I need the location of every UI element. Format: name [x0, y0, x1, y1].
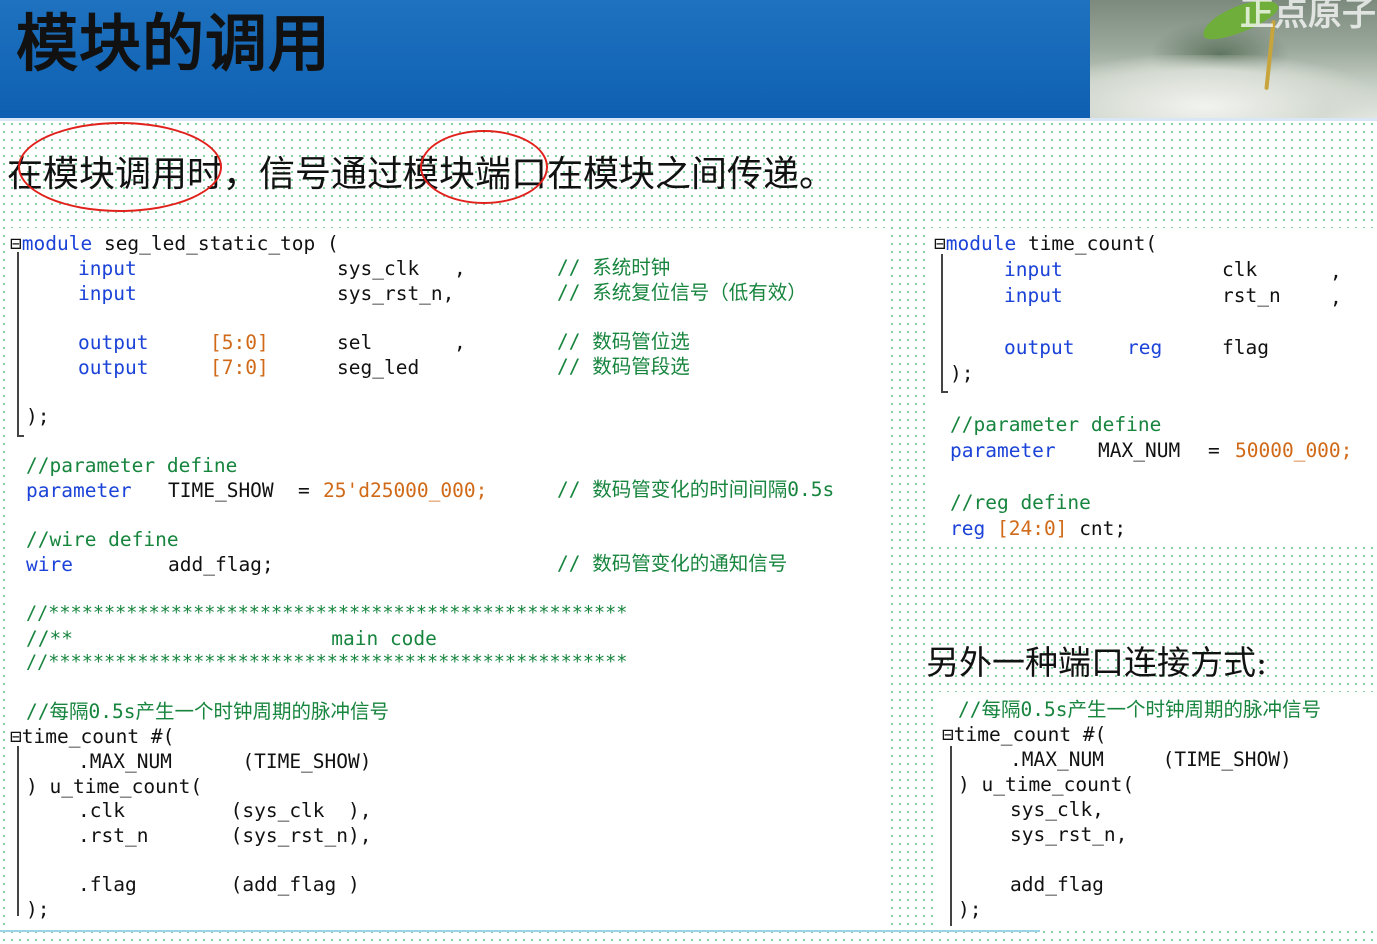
- port-dir-text: output: [78, 331, 149, 354]
- inst-head: time_count #(: [21, 725, 175, 748]
- fold-minus-icon[interactable]: ⊟: [10, 232, 22, 255]
- header-photo: 正点原子: [1090, 0, 1377, 119]
- keyword-module: module: [21, 232, 93, 255]
- fold-gutter: [17, 746, 19, 916]
- alt-arg-rst: sys_rst_n,: [1010, 823, 1128, 846]
- right-param-comment: //parameter define: [950, 413, 1162, 436]
- right-reg-name: cnt;: [1079, 517, 1127, 540]
- param-value: 25'd25000_000;: [323, 479, 488, 502]
- banner-middle: //** main code: [26, 627, 437, 650]
- port-comment: // 系统复位信号（低有效）: [557, 281, 807, 304]
- port-width: [7:0]: [210, 356, 269, 379]
- photo-stones: [1090, 55, 1377, 119]
- right-port-sep: ,: [1330, 260, 1342, 283]
- bottom-divider: [0, 930, 1040, 932]
- port-name: sel: [337, 331, 373, 354]
- inst-flag: .flag (add_flag ): [78, 873, 360, 896]
- alt-head: time_count #(: [953, 723, 1107, 746]
- port-dir: input: [78, 256, 137, 281]
- fold-minus-icon[interactable]: ⊟: [10, 725, 22, 748]
- right-port-name: clk: [1222, 258, 1258, 281]
- header-divider: [0, 118, 1377, 121]
- right-port-dir: input: [1004, 284, 1063, 307]
- port-dir: input: [78, 281, 137, 306]
- alt-param: .MAX_NUM (TIME_SHOW): [1010, 748, 1292, 771]
- module-name: seg_led_static_top: [103, 232, 316, 255]
- alt-comment: //每隔0.5s产生一个时钟周期的脉冲信号: [958, 698, 1321, 721]
- alt-close: );: [958, 898, 982, 921]
- right-param-eq: =: [1208, 439, 1220, 462]
- param-note: // 数码管变化的时间间隔0.5s: [557, 478, 835, 501]
- inst-name: ) u_time_count(: [26, 775, 203, 798]
- alt-connection-heading: 另外一种端口连接方式:: [926, 643, 1268, 682]
- slide-title: 模块的调用: [16, 7, 332, 80]
- fold-gutter: [17, 252, 19, 436]
- inst-close: );: [26, 898, 50, 921]
- wire-note: // 数码管变化的通知信号: [557, 552, 788, 575]
- port-comment: // 数码管位选: [557, 330, 690, 353]
- port-name: sys_clk: [337, 257, 420, 280]
- param-eq: =: [298, 479, 310, 502]
- fold-gutter: [941, 254, 943, 392]
- wire-comment: //wire define: [26, 528, 179, 551]
- port-sep: ,: [454, 331, 466, 354]
- inst-param: .MAX_NUM (TIME_SHOW): [78, 750, 372, 773]
- port-sep: ,: [454, 257, 466, 280]
- param-name: TIME_SHOW: [168, 479, 274, 502]
- right-reg-line: reg [24:0] cnt;: [950, 516, 1126, 541]
- right-port-name: rst_n: [1222, 284, 1281, 307]
- close-paren: );: [26, 405, 50, 428]
- right-reg-keyword: reg: [950, 517, 986, 540]
- right-module-line: ⊟module time_count(: [934, 231, 1157, 256]
- port-dir-text: input: [78, 257, 137, 280]
- right-param-keyword: parameter: [950, 439, 1056, 462]
- param-keyword: parameter: [26, 479, 132, 502]
- fold-minus-icon[interactable]: ⊟: [942, 723, 954, 746]
- alt-arg-flag: add_flag: [1010, 873, 1104, 896]
- inst-rst: .rst_n (sys_rst_n),: [78, 824, 372, 847]
- alt-head-line: ⊟time_count #(: [942, 722, 1106, 747]
- fold-minus-icon[interactable]: ⊟: [934, 232, 946, 255]
- wire-keyword: wire: [26, 553, 73, 576]
- right-reg-comment: //reg define: [950, 491, 1091, 514]
- fold-gutter-end: [941, 391, 948, 393]
- slide-header: 模块的调用 正点原子: [0, 0, 1377, 121]
- port-dir: output: [78, 355, 148, 380]
- port-dir-text: output: [78, 356, 149, 379]
- fold-gutter-end: [17, 435, 24, 437]
- annotation-circle-2: [420, 130, 548, 204]
- code-module-line: ⊟module seg_led_static_top (: [10, 232, 339, 255]
- right-close: );: [950, 362, 974, 385]
- right-module-name: time_count(: [1027, 232, 1158, 255]
- port-comment: // 系统时钟: [557, 256, 671, 279]
- fold-gutter: [950, 746, 952, 926]
- port-name: seg_led: [337, 356, 420, 379]
- right-reg-width: [24:0]: [996, 517, 1068, 540]
- right-param-name: MAX_NUM: [1098, 439, 1181, 462]
- port-dir-text: input: [78, 282, 137, 305]
- right-param-value: 50000_000;: [1235, 439, 1353, 462]
- annotation-circle-1: [18, 122, 222, 212]
- keyword-module: module: [945, 232, 1017, 255]
- port-name: sys_rst_n,: [337, 282, 455, 305]
- param-comment: //parameter define: [26, 454, 238, 477]
- right-port-reg: reg: [1127, 336, 1163, 359]
- port-comment: // 数码管段选: [557, 355, 690, 378]
- watermark-text: 正点原子: [1240, 0, 1376, 34]
- banner-top: //**************************************…: [26, 603, 628, 624]
- wire-name: add_flag;: [168, 553, 274, 576]
- right-port-sep: ,: [1330, 286, 1342, 309]
- alt-inst: ) u_time_count(: [958, 773, 1135, 796]
- port-dir: output: [78, 330, 148, 355]
- alt-arg-clk: sys_clk,: [1010, 798, 1104, 821]
- right-port-name: flag: [1222, 336, 1269, 359]
- right-port-dir: input: [1004, 258, 1063, 281]
- port-width: [5:0]: [210, 331, 269, 354]
- inst-clk: .clk (sys_clk ),: [78, 799, 372, 822]
- pulse-comment: //每隔0.5s产生一个时钟周期的脉冲信号: [26, 700, 389, 723]
- inst-head-line: ⊟time_count #(: [10, 724, 174, 749]
- banner-bottom: //**************************************…: [26, 652, 628, 673]
- right-port-dir: output: [1004, 336, 1075, 359]
